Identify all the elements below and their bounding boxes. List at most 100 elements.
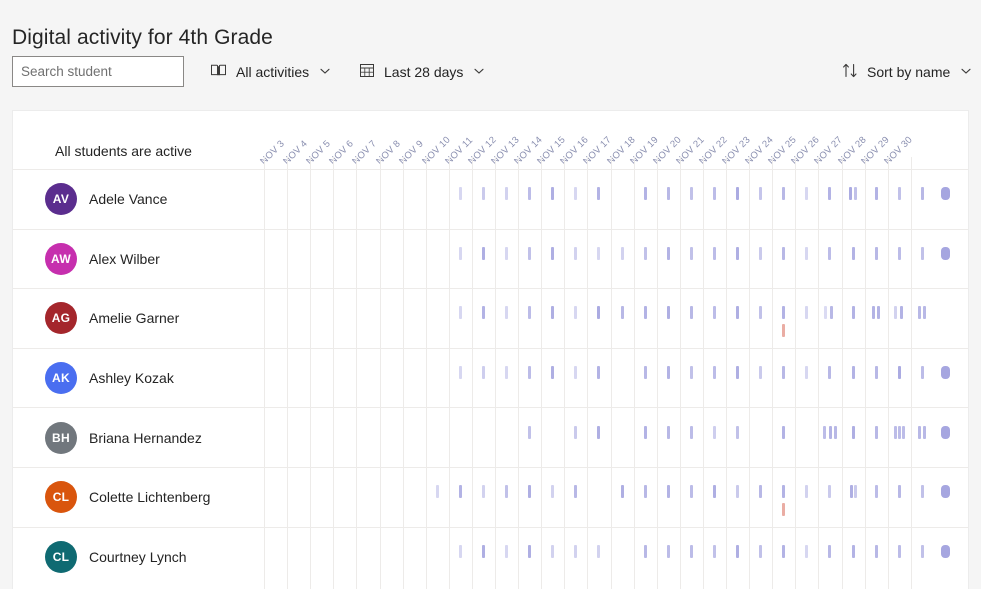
activity-mark[interactable] (828, 485, 832, 499)
activity-mark[interactable] (874, 366, 878, 380)
activity-mark[interactable] (782, 306, 786, 320)
activity-mark[interactable] (893, 425, 897, 439)
activity-mark[interactable] (505, 366, 509, 380)
table-row[interactable]: AK Ashley Kozak (13, 347, 968, 408)
activity-mark[interactable] (828, 366, 832, 380)
activity-mark[interactable] (458, 306, 462, 320)
activity-mark[interactable] (505, 544, 509, 558)
activity-mark[interactable] (643, 485, 647, 499)
activity-mark[interactable] (597, 246, 601, 260)
activity-mark[interactable] (828, 246, 832, 260)
activity-blob-mark[interactable] (940, 425, 950, 439)
student-cell[interactable]: AK Ashley Kozak (13, 349, 264, 408)
activity-mark[interactable] (597, 306, 601, 320)
activity-mark[interactable] (528, 306, 532, 320)
student-cell[interactable]: CL Colette Lichtenberg (13, 468, 264, 527)
activity-mark[interactable] (897, 366, 901, 380)
activity-blob-mark[interactable] (940, 485, 950, 499)
activity-mark[interactable] (435, 485, 439, 499)
activity-mark[interactable] (574, 187, 578, 201)
activity-mark[interactable] (689, 246, 693, 260)
activity-mark[interactable] (643, 366, 647, 380)
activity-mark[interactable] (712, 366, 716, 380)
activity-mark[interactable] (458, 366, 462, 380)
activity-mark[interactable] (620, 485, 624, 499)
activity-mark[interactable] (574, 544, 578, 558)
activity-mark[interactable] (920, 485, 924, 499)
activity-mark[interactable] (920, 187, 924, 201)
activity-mark[interactable] (874, 544, 878, 558)
activity-mark[interactable] (828, 544, 832, 558)
activity-mark[interactable] (689, 485, 693, 499)
activity-mark[interactable] (782, 485, 786, 499)
activity-mark[interactable] (897, 544, 901, 558)
activity-mark[interactable] (851, 246, 855, 260)
activity-mark[interactable] (874, 187, 878, 201)
activity-mark[interactable] (712, 425, 716, 439)
activity-mark[interactable] (481, 366, 485, 380)
activity-mark[interactable] (574, 366, 578, 380)
activity-mark[interactable] (736, 366, 740, 380)
activity-mark[interactable] (782, 366, 786, 380)
activity-mark[interactable] (689, 306, 693, 320)
activity-mark[interactable] (643, 425, 647, 439)
activity-mark[interactable] (736, 425, 740, 439)
activity-mark[interactable] (897, 485, 901, 499)
alert-mark[interactable] (782, 324, 786, 338)
table-row[interactable]: CL Colette Lichtenberg (13, 467, 968, 527)
activity-mark[interactable] (574, 306, 578, 320)
activity-mark[interactable] (712, 306, 716, 320)
activity-mark[interactable] (666, 246, 670, 260)
activity-mark[interactable] (712, 485, 716, 499)
activity-mark[interactable] (481, 544, 485, 558)
table-row[interactable]: BH Briana Hernandez (13, 407, 968, 467)
activity-mark[interactable] (893, 306, 897, 320)
activity-mark[interactable] (876, 306, 880, 320)
activity-mark[interactable] (834, 425, 838, 439)
activity-mark[interactable] (551, 544, 555, 558)
activity-mark[interactable] (643, 544, 647, 558)
activity-mark[interactable] (597, 187, 601, 201)
activity-mark[interactable] (736, 187, 740, 201)
activity-mark[interactable] (551, 485, 555, 499)
activity-mark[interactable] (574, 246, 578, 260)
activity-mark[interactable] (481, 246, 485, 260)
activity-mark[interactable] (458, 544, 462, 558)
activity-mark[interactable] (689, 366, 693, 380)
activity-mark[interactable] (759, 366, 763, 380)
activity-mark[interactable] (805, 187, 809, 201)
activity-mark[interactable] (736, 306, 740, 320)
student-cell[interactable]: BH Briana Hernandez (13, 408, 264, 467)
activity-mark[interactable] (759, 246, 763, 260)
search-input[interactable] (12, 56, 184, 87)
activity-mark[interactable] (712, 187, 716, 201)
activity-mark[interactable] (805, 544, 809, 558)
activity-blob-mark[interactable] (940, 246, 950, 260)
activity-mark[interactable] (782, 187, 786, 201)
student-cell[interactable]: AG Amelie Garner (13, 289, 264, 348)
activity-mark[interactable] (666, 366, 670, 380)
activity-mark[interactable] (528, 544, 532, 558)
activity-mark[interactable] (851, 544, 855, 558)
activity-mark[interactable] (805, 246, 809, 260)
activity-mark[interactable] (849, 485, 853, 499)
activity-mark[interactable] (823, 425, 827, 439)
activity-mark[interactable] (853, 187, 857, 201)
activity-mark[interactable] (712, 544, 716, 558)
activity-mark[interactable] (505, 306, 509, 320)
activity-mark[interactable] (897, 187, 901, 201)
activity-mark[interactable] (551, 187, 555, 201)
activity-mark[interactable] (458, 187, 462, 201)
all-activities-filter-button[interactable]: All activities (208, 56, 333, 87)
activity-mark[interactable] (666, 187, 670, 201)
activity-mark[interactable] (551, 246, 555, 260)
activity-mark[interactable] (782, 544, 786, 558)
activity-mark[interactable] (899, 306, 903, 320)
student-cell[interactable]: AW Alex Wilber (13, 230, 264, 289)
activity-mark[interactable] (782, 246, 786, 260)
activity-mark[interactable] (920, 366, 924, 380)
activity-mark[interactable] (759, 485, 763, 499)
activity-mark[interactable] (620, 246, 624, 260)
activity-mark[interactable] (736, 485, 740, 499)
activity-mark[interactable] (917, 306, 921, 320)
